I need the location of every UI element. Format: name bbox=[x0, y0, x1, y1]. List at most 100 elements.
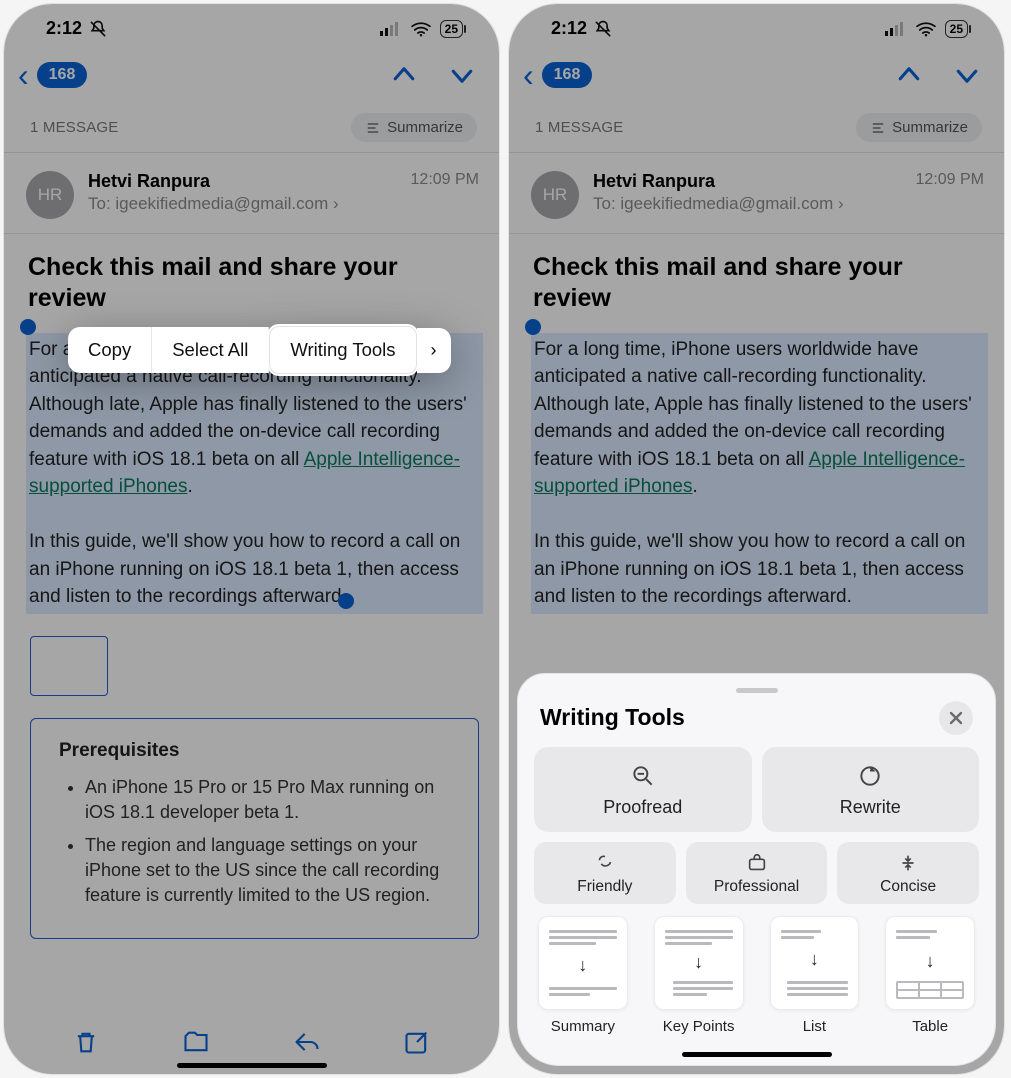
sheet-grabber[interactable] bbox=[736, 688, 778, 693]
selection-start-handle[interactable] bbox=[20, 319, 36, 335]
recipient-row[interactable]: To: igeekifiedmedia@gmail.com › bbox=[593, 194, 984, 214]
proofread-button[interactable]: Proofread bbox=[534, 747, 752, 832]
message-count-label: 1 MESSAGE bbox=[535, 119, 624, 136]
cellular-icon bbox=[380, 22, 402, 36]
table-label: Table bbox=[912, 1018, 948, 1035]
avatar: HR bbox=[26, 171, 74, 219]
body-para-2: In this guide, we'll show you how to rec… bbox=[29, 531, 460, 607]
to-prefix: To: bbox=[88, 194, 115, 213]
avatar: HR bbox=[531, 171, 579, 219]
body-para-2: In this guide, we'll show you how to rec… bbox=[534, 531, 965, 607]
summary-button[interactable]: ↓ Summary bbox=[538, 916, 628, 1035]
reply-button[interactable] bbox=[292, 1028, 322, 1056]
recipient-row[interactable]: To: igeekifiedmedia@gmail.com › bbox=[88, 194, 479, 214]
prereq-list: An iPhone 15 Pro or 15 Pro Max running o… bbox=[59, 775, 460, 909]
key-points-label: Key Points bbox=[663, 1018, 735, 1035]
friendly-button[interactable]: Friendly bbox=[534, 842, 676, 904]
more-menu-item[interactable]: › bbox=[417, 328, 451, 373]
to-prefix: To: bbox=[593, 194, 620, 213]
key-points-button[interactable]: ↓ Key Points bbox=[654, 916, 744, 1035]
sender-time: 12:09 PM bbox=[916, 171, 984, 192]
close-button[interactable] bbox=[939, 701, 973, 735]
professional-label: Professional bbox=[714, 878, 799, 896]
battery-icon: 25 bbox=[440, 20, 463, 38]
summarize-button[interactable]: Summarize bbox=[351, 113, 477, 142]
summarize-button[interactable]: Summarize bbox=[856, 113, 982, 142]
list-item: The region and language settings on your… bbox=[85, 833, 460, 909]
list-item: An iPhone 15 Pro or 15 Pro Max running o… bbox=[85, 775, 460, 825]
subject: Check this mail and share your review bbox=[509, 234, 1004, 315]
to-email: igeekifiedmedia@gmail.com bbox=[115, 194, 328, 213]
clock: 2:12 bbox=[46, 18, 82, 39]
nav-bar: ‹ 168 bbox=[4, 43, 499, 99]
inbox-count-badge[interactable]: 168 bbox=[542, 62, 593, 88]
professional-button[interactable]: Professional bbox=[686, 842, 828, 904]
message-body[interactable]: For a long time, iPhone users worldwide … bbox=[531, 333, 988, 614]
nav-bar: ‹ 168 bbox=[509, 43, 1004, 99]
briefcase-icon bbox=[746, 852, 768, 874]
to-email: igeekifiedmedia@gmail.com bbox=[620, 194, 833, 213]
summarize-label: Summarize bbox=[387, 119, 463, 136]
cellular-icon bbox=[885, 22, 907, 36]
sender-row[interactable]: HR Hetvi Ranpura 12:09 PM To: igeekified… bbox=[509, 153, 1004, 234]
list-button[interactable]: ↓ List bbox=[770, 916, 860, 1035]
wifi-icon bbox=[410, 21, 432, 37]
concise-label: Concise bbox=[880, 878, 936, 896]
back-button[interactable]: ‹ bbox=[523, 59, 534, 91]
inbox-count-badge[interactable]: 168 bbox=[37, 62, 88, 88]
writing-tools-menu-item[interactable]: Writing Tools bbox=[269, 326, 416, 374]
rewrite-button[interactable]: Rewrite bbox=[762, 747, 980, 832]
summarize-icon bbox=[870, 120, 886, 136]
rewrite-label: Rewrite bbox=[840, 797, 901, 818]
status-bar: 2:12 25 bbox=[509, 4, 1004, 43]
home-indicator[interactable] bbox=[682, 1052, 832, 1057]
home-indicator[interactable] bbox=[177, 1063, 327, 1068]
sender-row[interactable]: HR Hetvi Ranpura 12:09 PM To: igeekified… bbox=[4, 153, 499, 234]
sender-time: 12:09 PM bbox=[411, 171, 479, 192]
bottom-toolbar bbox=[4, 1028, 499, 1056]
compose-button[interactable] bbox=[403, 1028, 431, 1056]
summarize-icon bbox=[365, 120, 381, 136]
silent-icon bbox=[88, 19, 108, 39]
table-button[interactable]: ↓ Table bbox=[885, 916, 975, 1035]
clock: 2:12 bbox=[551, 18, 587, 39]
table-icon bbox=[896, 981, 964, 999]
prev-message-button[interactable] bbox=[894, 60, 924, 90]
copy-menu-item[interactable]: Copy bbox=[68, 327, 152, 373]
subject: Check this mail and share your review bbox=[4, 234, 499, 315]
concise-icon bbox=[897, 852, 919, 874]
concise-button[interactable]: Concise bbox=[837, 842, 979, 904]
next-message-button[interactable] bbox=[447, 60, 477, 90]
trash-button[interactable] bbox=[72, 1028, 100, 1056]
friendly-label: Friendly bbox=[577, 878, 632, 896]
select-all-menu-item[interactable]: Select All bbox=[152, 327, 269, 373]
battery-icon: 25 bbox=[945, 20, 968, 38]
message-body[interactable]: For a long time, iPhone users worldwide … bbox=[26, 333, 483, 940]
selection-end-handle[interactable] bbox=[338, 593, 354, 609]
prev-message-button[interactable] bbox=[389, 60, 419, 90]
next-message-button[interactable] bbox=[952, 60, 982, 90]
message-count-label: 1 MESSAGE bbox=[30, 119, 119, 136]
list-label: List bbox=[803, 1018, 826, 1035]
status-bar: 2:12 25 bbox=[4, 4, 499, 43]
proofread-label: Proofread bbox=[603, 797, 682, 818]
selection-start-handle[interactable] bbox=[525, 319, 541, 335]
sheet-title: Writing Tools bbox=[540, 704, 685, 731]
image-placeholder bbox=[30, 636, 108, 696]
screenshot-right: 2:12 25 ‹ 168 1 MESSAGE Summarize HR Het bbox=[509, 4, 1004, 1074]
sender-name: Hetvi Ranpura bbox=[593, 171, 715, 192]
summary-label: Summary bbox=[551, 1018, 615, 1035]
writing-tools-sheet: Writing Tools Proofread Rewrite Friendly bbox=[517, 673, 996, 1066]
prereq-title: Prerequisites bbox=[59, 737, 460, 765]
proofread-icon bbox=[630, 763, 656, 789]
silent-icon bbox=[593, 19, 613, 39]
thread-header: 1 MESSAGE Summarize bbox=[509, 99, 1004, 153]
friendly-icon bbox=[594, 852, 616, 874]
prerequisites-box: Prerequisites An iPhone 15 Pro or 15 Pro… bbox=[30, 718, 479, 939]
rewrite-icon bbox=[857, 763, 883, 789]
screenshot-left: 2:12 25 ‹ 168 1 MESSAGE Summarize HR Het bbox=[4, 4, 499, 1074]
move-button[interactable] bbox=[181, 1028, 211, 1056]
back-button[interactable]: ‹ bbox=[18, 59, 29, 91]
sender-name: Hetvi Ranpura bbox=[88, 171, 210, 192]
thread-header: 1 MESSAGE Summarize bbox=[4, 99, 499, 153]
